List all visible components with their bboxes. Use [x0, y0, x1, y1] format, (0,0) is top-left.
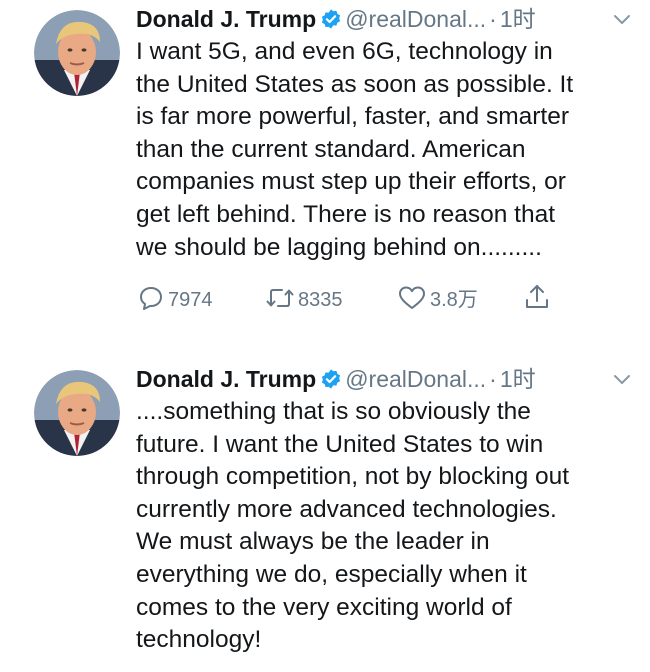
tweet-header: Donald J. Trump @realDonal... · 1时 [136, 363, 632, 395]
author-handle[interactable]: @realDonal... [345, 6, 486, 32]
avatar-photo-icon [34, 10, 120, 96]
tweet-time[interactable]: 1时 [500, 366, 536, 392]
author-handle[interactable]: @realDonal... [345, 366, 486, 392]
tweet[interactable]: Donald J. Trump @realDonal... · 1时 ....som… [0, 360, 650, 672]
tweet-time[interactable]: 1时 [500, 6, 536, 32]
reply-count: 7974 [168, 289, 213, 311]
tweet[interactable]: Donald J. Trump @realDonal... · 1时 I want … [0, 0, 650, 330]
retweet-button[interactable]: 8335 [266, 283, 343, 317]
retweet-count: 8335 [298, 289, 343, 311]
share-button[interactable] [524, 283, 554, 317]
tweet-actions: 7974 8335 3.8万 [136, 283, 632, 317]
chevron-down-icon[interactable] [612, 369, 632, 389]
verified-badge-icon [322, 369, 341, 389]
author-name[interactable]: Donald J. Trump [136, 366, 316, 392]
tweet-text: I want 5G, and even 6G, technology in th… [136, 38, 574, 261]
share-icon [526, 285, 548, 308]
retweet-icon [266, 289, 294, 307]
verified-badge-icon [322, 9, 341, 29]
avatar[interactable] [34, 370, 120, 456]
author-name[interactable]: Donald J. Trump [136, 6, 316, 32]
reply-button[interactable]: 7974 [138, 283, 213, 317]
tweet-text: ....something that is so obviously the f… [136, 398, 570, 654]
avatar[interactable] [34, 10, 120, 96]
tweet-header: Donald J. Trump @realDonal... · 1时 [136, 3, 632, 35]
avatar-photo-icon [34, 370, 120, 456]
reply-icon [140, 287, 162, 310]
separator-dot: · [489, 6, 497, 32]
like-count: 3.8万 [430, 289, 478, 311]
chevron-down-icon[interactable] [612, 9, 632, 29]
separator-dot: · [489, 366, 497, 392]
heart-icon [399, 286, 425, 309]
like-button[interactable]: 3.8万 [398, 283, 478, 317]
